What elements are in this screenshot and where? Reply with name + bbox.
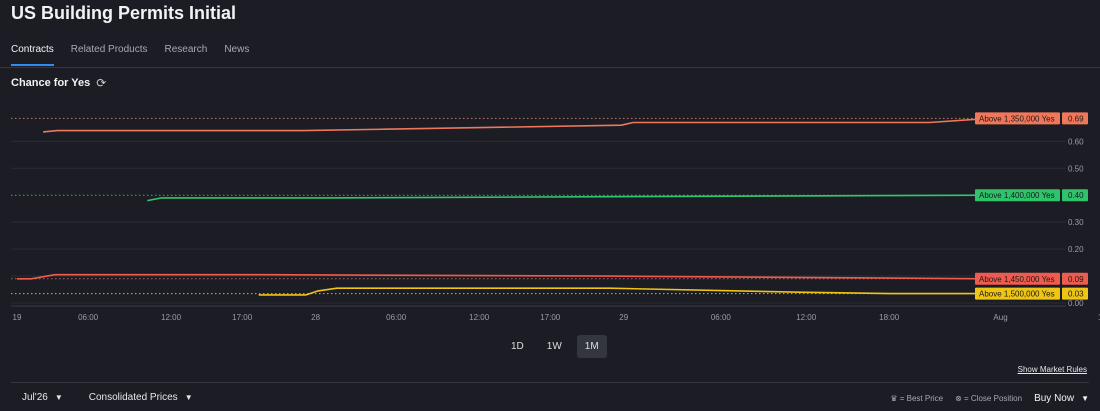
chevron-down-icon: ▼ [1081, 394, 1089, 403]
close-circle-icon: ⊗ [955, 394, 962, 403]
series-name: Above 1,500,000 Yes [979, 290, 1055, 299]
series-label: Above 1,400,000 Yes 0.40 [975, 189, 1088, 202]
month-label: Jul'26 [22, 392, 48, 403]
price-mode-dropdown[interactable]: Consolidated Prices ▼ [89, 392, 193, 403]
price-chart: 0.600.500.300.200.100.001906:0012:0017:0… [11, 112, 1100, 322]
chevron-down-icon: ▼ [184, 393, 193, 402]
x-tick-label: 18:00 [879, 313, 900, 322]
close-position-label: = Close Position [964, 394, 1023, 403]
month-dropdown[interactable]: Jul'26 ▼ [22, 392, 63, 403]
buy-now-label: Buy Now [1034, 393, 1075, 404]
footer-left: Jul'26 ▼ Consolidated Prices ▼ [22, 392, 193, 403]
crown-icon: ♛ [890, 394, 898, 403]
y-tick-label: 0.50 [1068, 164, 1084, 173]
best-price-label: = Best Price [899, 394, 944, 403]
series-name: Above 1,450,000 Yes [979, 275, 1055, 284]
y-tick-label: 0.20 [1068, 245, 1084, 254]
range-selector: 1D 1W 1M [503, 335, 607, 358]
footer-right: ♛ = Best Price ⊗ = Close Position Buy No… [890, 393, 1089, 404]
series-label: Above 1,350,000 Yes 0.69 [975, 112, 1088, 125]
y-tick-label: 0.00 [1068, 299, 1084, 308]
x-tick-label: 17:00 [540, 313, 561, 322]
range-1m-button[interactable]: 1M [576, 335, 607, 358]
x-tick-label: 17:00 [232, 313, 253, 322]
close-position-legend: ⊗ = Close Position [955, 394, 1022, 403]
show-market-rules-link[interactable]: Show Market Rules [1018, 365, 1087, 374]
footer-divider [11, 382, 1089, 383]
series-last-value: 0.03 [1068, 290, 1084, 299]
series-line [43, 117, 989, 133]
series-label: Above 1,500,000 Yes 0.03 [975, 287, 1088, 300]
series-last-value: 0.09 [1068, 275, 1084, 284]
price-mode-label: Consolidated Prices [88, 392, 178, 403]
x-tick-label: 28 [311, 313, 320, 322]
chevron-down-icon: ▼ [54, 393, 63, 402]
x-tick-label: 06:00 [386, 313, 407, 322]
best-price-legend: ♛ = Best Price [890, 394, 943, 403]
series-line [147, 194, 989, 202]
range-1w-button[interactable]: 1W [539, 335, 570, 358]
series-line [17, 273, 989, 280]
x-tick-label: 19 [13, 313, 22, 322]
series-name: Above 1,350,000 Yes [979, 114, 1055, 123]
x-tick-label: 06:00 [78, 313, 99, 322]
range-1d-button[interactable]: 1D [503, 335, 532, 358]
x-tick-label: 12:00 [161, 313, 182, 322]
x-tick-label: Aug [993, 313, 1007, 322]
series-last-value: 0.40 [1068, 191, 1084, 200]
series-label: Above 1,450,000 Yes 0.09 [975, 272, 1088, 285]
y-tick-label: 0.30 [1068, 218, 1084, 227]
y-tick-label: 0.60 [1068, 137, 1084, 146]
x-tick-label: 12:00 [469, 313, 490, 322]
buy-now-dropdown[interactable]: Buy Now ▼ [1034, 393, 1089, 404]
x-tick-label: 12:00 [796, 313, 817, 322]
x-tick-label: 06:00 [711, 313, 732, 322]
x-tick-label: 29 [619, 313, 628, 322]
series-name: Above 1,400,000 Yes [979, 191, 1055, 200]
series-last-value: 0.69 [1068, 114, 1084, 123]
